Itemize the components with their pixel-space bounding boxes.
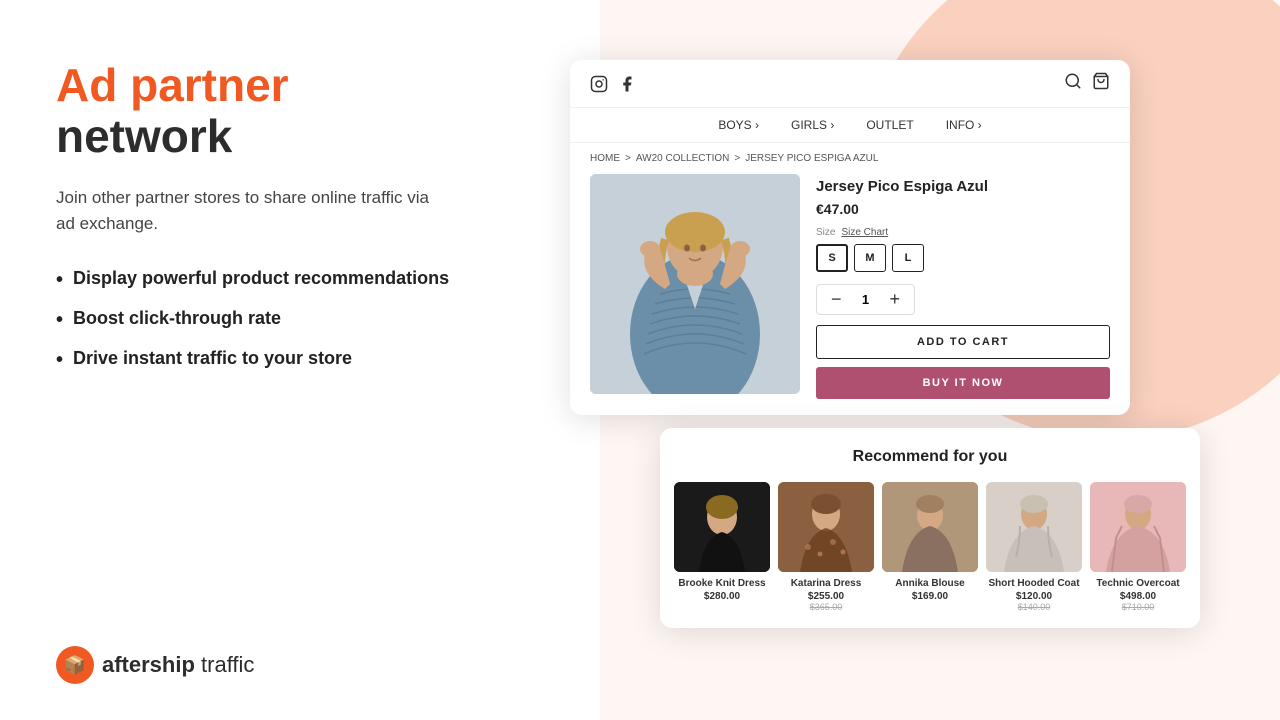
buy-now-button[interactable]: BUY IT NOW [816, 367, 1110, 399]
recommend-title: Recommend for you [676, 448, 1184, 466]
rec-orig-price-5: $710.00 [1090, 602, 1186, 612]
recommend-panel: Recommend for you Brooke Knit Dress $280… [660, 428, 1200, 628]
size-m-button[interactable]: M [854, 244, 886, 272]
product-area: Jersey Pico Espiga Azul €47.00 Size Size… [570, 174, 1130, 415]
svg-text:📦: 📦 [64, 654, 86, 675]
rec-price-5: $498.00 [1090, 591, 1186, 602]
product-image [590, 174, 800, 394]
qty-decrease-button[interactable]: − [829, 289, 844, 310]
rec-price-1: $280.00 [674, 591, 770, 602]
rec-img-1 [674, 482, 770, 572]
rec-item-3[interactable]: Annika Blouse $169.00 [882, 482, 978, 612]
rec-name-1: Brooke Knit Dress [674, 578, 770, 589]
recommend-items: Brooke Knit Dress $280.00 Katarina Dress [676, 482, 1184, 612]
left-panel: Ad partner network Join other partner st… [56, 60, 516, 388]
logo-area: 📦 aftership traffic [56, 646, 254, 684]
rec-price-4: $120.00 [986, 591, 1082, 602]
rec-orig-price-2: $365.00 [778, 602, 874, 612]
add-to-cart-button[interactable]: ADD TO CART [816, 325, 1110, 359]
browser-window: BOYS › GIRLS › OUTLET INFO › HOME > AW20… [570, 60, 1130, 415]
rec-orig-price-4: $140.00 [986, 602, 1082, 612]
rec-img-4 [986, 482, 1082, 572]
rec-name-5: Technic Overcoat [1090, 578, 1186, 589]
rec-img-5 [1090, 482, 1186, 572]
qty-control: − 1 + [816, 284, 915, 315]
breadcrumb: HOME > AW20 COLLECTION > JERSEY PICO ESP… [570, 143, 1130, 174]
rec-item-1[interactable]: Brooke Knit Dress $280.00 [674, 482, 770, 612]
rec-name-3: Annika Blouse [882, 578, 978, 589]
rec-img-2 [778, 482, 874, 572]
store-nav: BOYS › GIRLS › OUTLET INFO › [570, 108, 1130, 143]
nav-girls[interactable]: GIRLS › [791, 118, 834, 132]
bullet-item-1: Display powerful product recommendations [56, 268, 516, 292]
rec-item-5[interactable]: Technic Overcoat $498.00 $710.00 [1090, 482, 1186, 612]
qty-increase-button[interactable]: + [888, 289, 903, 310]
product-image-svg [590, 174, 800, 394]
rec-name-4: Short Hooded Coat [986, 578, 1082, 589]
breadcrumb-home[interactable]: HOME [590, 153, 620, 164]
rec-price-3: $169.00 [882, 591, 978, 602]
rec-name-2: Katarina Dress [778, 578, 874, 589]
product-price: €47.00 [816, 201, 1110, 217]
subtitle: Join other partner stores to share onlin… [56, 185, 436, 236]
size-chart-link[interactable]: Size Chart [841, 227, 888, 238]
store-header [570, 60, 1130, 108]
cart-icon[interactable] [1092, 72, 1110, 95]
title-line1: Ad partner [56, 59, 289, 111]
store-icons-left [590, 75, 636, 93]
size-label: Size Size Chart [816, 227, 1110, 238]
facebook-icon[interactable] [618, 75, 636, 93]
qty-value: 1 [858, 292, 874, 307]
main-title: Ad partner network [56, 60, 516, 161]
rec-img-3 [882, 482, 978, 572]
rec-item-4[interactable]: Short Hooded Coat $120.00 $140.00 [986, 482, 1082, 612]
product-name: Jersey Pico Espiga Azul [816, 178, 1110, 195]
nav-outlet[interactable]: OUTLET [866, 118, 913, 132]
aftership-logo-icon: 📦 [56, 646, 94, 684]
rec-item-2[interactable]: Katarina Dress $255.00 $365.00 [778, 482, 874, 612]
instagram-icon[interactable] [590, 75, 608, 93]
nav-boys[interactable]: BOYS › [718, 118, 759, 132]
logo-text: aftership traffic [102, 652, 254, 678]
rec-price-2: $255.00 [778, 591, 874, 602]
bullet-list: Display powerful product recommendations… [56, 268, 516, 372]
breadcrumb-collection[interactable]: AW20 COLLECTION [636, 153, 730, 164]
search-icon[interactable] [1064, 72, 1082, 95]
size-l-button[interactable]: L [892, 244, 924, 272]
product-details: Jersey Pico Espiga Azul €47.00 Size Size… [816, 174, 1110, 399]
size-s-button[interactable]: S [816, 244, 848, 272]
nav-info[interactable]: INFO › [946, 118, 982, 132]
bullet-item-3: Drive instant traffic to your store [56, 348, 516, 372]
title-line2: network [56, 111, 516, 162]
size-options: S M L [816, 244, 1110, 272]
store-icons-right [1064, 72, 1110, 95]
bullet-item-2: Boost click-through rate [56, 308, 516, 332]
breadcrumb-product: JERSEY PICO ESPIGA AZUL [745, 153, 878, 164]
